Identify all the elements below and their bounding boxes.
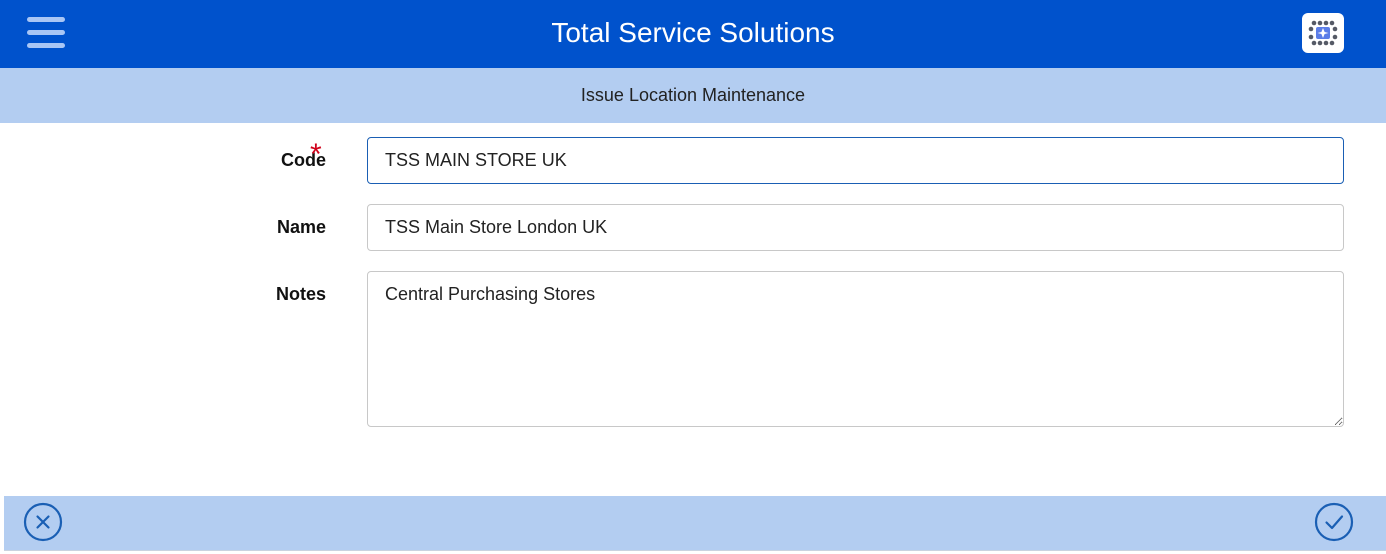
code-label: Code — [281, 150, 326, 170]
close-circle-icon — [23, 502, 63, 542]
hamburger-menu-icon[interactable] — [27, 16, 65, 50]
notes-textarea[interactable]: Central Purchasing Stores — [367, 271, 1344, 427]
action-footer — [4, 496, 1386, 550]
app-title: Total Service Solutions — [551, 17, 835, 48]
cancel-button[interactable] — [23, 502, 63, 542]
footer-divider — [4, 550, 1386, 551]
notes-label: Notes — [275, 284, 326, 304]
confirm-button[interactable] — [1314, 502, 1354, 542]
code-input[interactable] — [367, 137, 1344, 184]
top-app-bar: Total Service Solutions — [0, 0, 1386, 68]
check-circle-icon — [1314, 502, 1354, 542]
name-input[interactable] — [367, 204, 1344, 251]
page-title: Issue Location Maintenance — [580, 85, 806, 105]
required-marker: * — [310, 138, 322, 171]
page-header-bar: Issue Location Maintenance — [0, 68, 1386, 123]
app-logo-icon[interactable] — [1302, 13, 1344, 53]
name-label: Name — [276, 217, 326, 237]
